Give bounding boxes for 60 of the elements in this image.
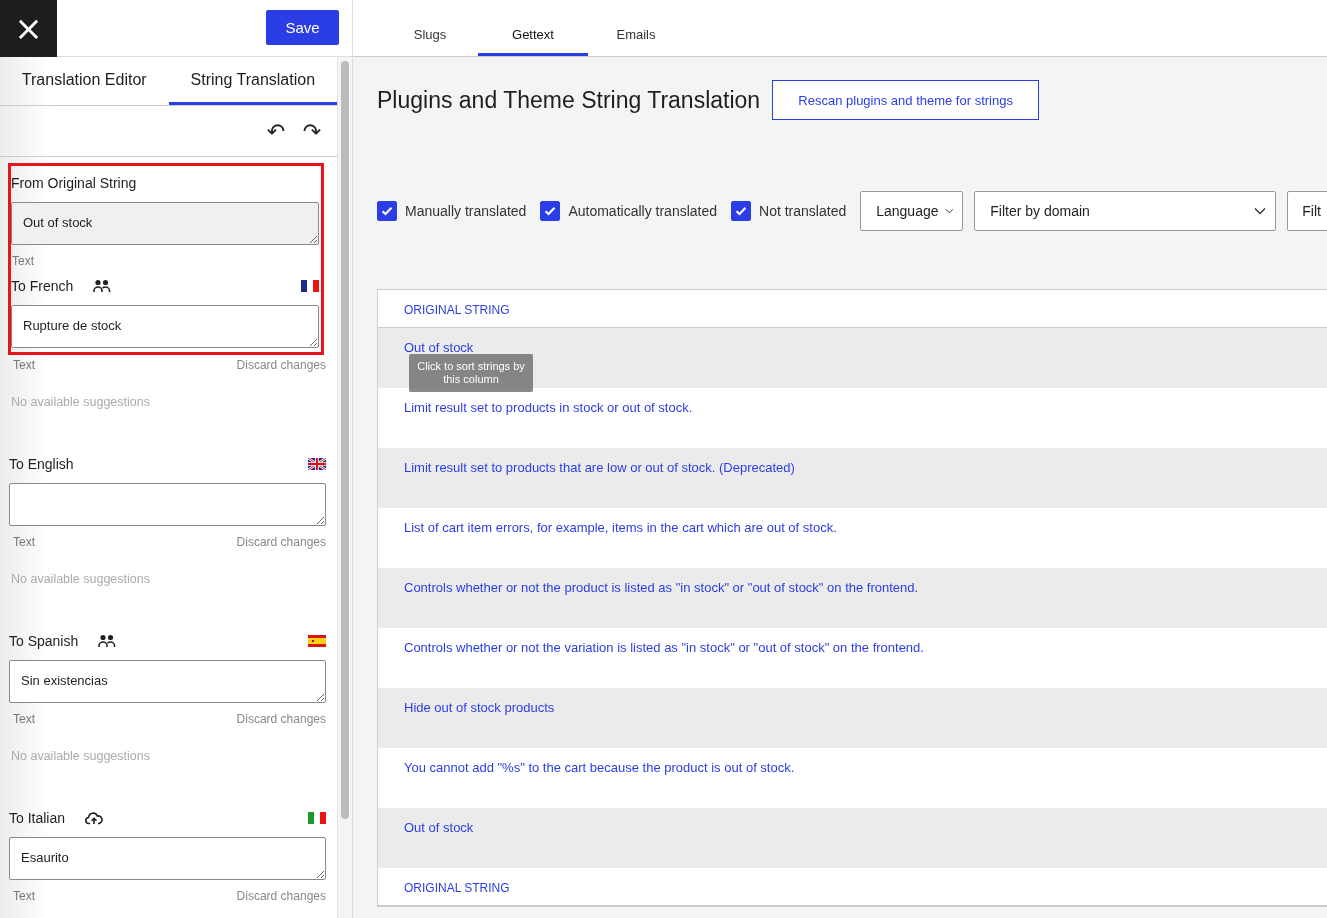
- redo-button[interactable]: ↷: [297, 118, 328, 144]
- field-hint: Text: [12, 889, 35, 903]
- flag-icon: [308, 812, 326, 824]
- discard-changes-link[interactable]: Discard changes: [236, 712, 326, 726]
- checkbox-label: Automatically translated: [568, 203, 718, 219]
- field-label: To Italian: [9, 810, 66, 826]
- table-cell[interactable]: Hide out of stock products: [378, 688, 1327, 748]
- table-cell[interactable]: Controls whether or not the variation is listed as "in stock" or "out of stock" on the frontend.: [378, 628, 1327, 688]
- table-cell[interactable]: Controls whether or not the product is listed as "in stock" or "out of stock" on the frontend.: [378, 568, 1327, 628]
- tooltip: Click to sort strings by this column: [409, 354, 533, 392]
- field-hint: Text: [11, 254, 34, 268]
- save-button[interactable]: Save: [266, 10, 339, 45]
- check-icon: [735, 206, 748, 216]
- undo-button[interactable]: ↶: [261, 118, 292, 144]
- close-button[interactable]: ×: [0, 0, 57, 57]
- people-icon: [93, 279, 112, 293]
- translation-field[interactable]: Rupture de stock: [11, 305, 319, 348]
- checkbox-label: Manually translated: [405, 203, 527, 219]
- field-hint: Text: [12, 712, 35, 726]
- flag-icon: [308, 458, 326, 470]
- cloud-upload-icon: [85, 811, 104, 825]
- table-cell[interactable]: Out of stock: [378, 808, 1327, 868]
- discard-changes-link[interactable]: Discard changes: [236, 535, 326, 549]
- original-text-field[interactable]: Out of stock: [11, 202, 319, 245]
- people-icon: [98, 634, 117, 648]
- checkbox[interactable]: [377, 201, 397, 221]
- checkbox[interactable]: [731, 201, 752, 221]
- field-label: To English: [9, 456, 74, 472]
- tab[interactable]: Gettext: [478, 0, 588, 56]
- chevron-down-icon: [944, 207, 954, 215]
- table-cell[interactable]: Limit result set to products that are low or out of stock. (Deprecated): [378, 448, 1327, 508]
- suggestions-text: No available suggestions: [10, 572, 151, 586]
- chevron-down-icon: [1254, 207, 1267, 215]
- field-label: To Spanish: [9, 633, 79, 649]
- scrollbar-thumb[interactable]: [341, 61, 350, 819]
- field-hint: Text: [12, 535, 35, 549]
- suggestions-text: No available suggestions: [10, 395, 151, 409]
- dropdown[interactable]: Language: [860, 191, 964, 231]
- dropdown[interactable]: Filt: [1287, 191, 1327, 231]
- flag-icon: [308, 635, 326, 647]
- field-label: To French: [11, 278, 74, 294]
- translation-field[interactable]: Esaurito: [9, 837, 326, 880]
- editor-tab[interactable]: Translation Editor: [0, 57, 169, 105]
- checkbox[interactable]: [540, 201, 561, 221]
- flag-icon: [301, 280, 319, 292]
- translation-field[interactable]: Sin existencias: [9, 660, 326, 703]
- check-icon: [544, 206, 557, 216]
- discard-changes-link[interactable]: Discard changes: [236, 358, 326, 372]
- rescan-button[interactable]: Rescan plugins and theme for strings: [772, 80, 1040, 120]
- check-icon: [381, 206, 393, 216]
- table-cell[interactable]: You cannot add "%s" to the cart because the product is out of stock.: [378, 748, 1327, 808]
- suggestions-text: No available suggestions: [10, 749, 151, 763]
- field-label: From Original String: [11, 175, 137, 191]
- page-title: Plugins and Theme String Translation: [377, 86, 761, 114]
- translation-field[interactable]: [9, 483, 326, 526]
- checkbox-label: Not translated: [759, 203, 847, 219]
- field-hint: Text: [12, 358, 35, 372]
- table-cell[interactable]: List of cart item errors, for example, items in the cart which are out of stock.: [378, 508, 1327, 568]
- dropdown[interactable]: Filter by domain: [974, 191, 1277, 231]
- discard-changes-link[interactable]: Discard changes: [236, 889, 326, 903]
